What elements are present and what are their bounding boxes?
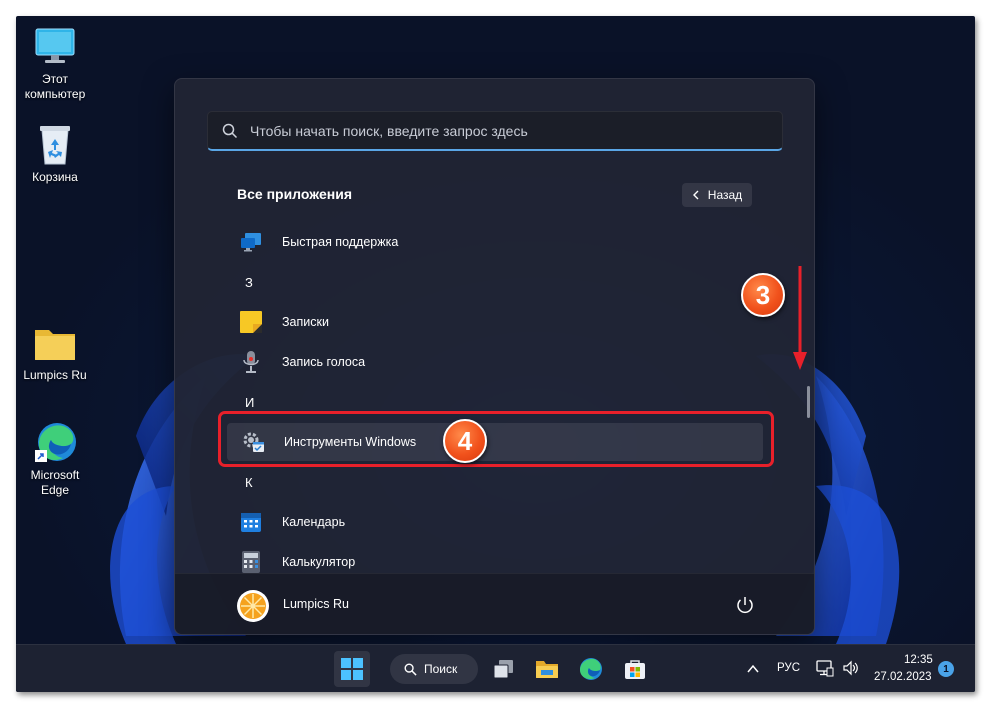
annotation-step-3-badge: 3	[741, 273, 785, 317]
app-item-sticky-notes[interactable]: Записки	[225, 303, 765, 341]
scroll-down-arrow-icon	[793, 266, 807, 370]
edge-icon	[580, 658, 602, 680]
desktop-icon-label: Lumpics Ru	[23, 368, 87, 382]
back-button[interactable]: Назад	[682, 183, 752, 207]
desktop-icon-label: Корзина	[32, 170, 78, 184]
calendar-icon	[239, 510, 263, 534]
app-item-label: Быстрая поддержка	[282, 235, 399, 249]
notification-badge[interactable]: 1	[938, 661, 954, 677]
monitor-icon	[35, 28, 75, 63]
chevron-up-icon[interactable]	[747, 664, 759, 674]
app-item-quick-assist[interactable]: Быстрая поддержка	[225, 223, 765, 261]
annotation-step-4-badge: 4	[443, 419, 487, 463]
edge-taskbar-button[interactable]	[573, 651, 609, 687]
letter-header[interactable]: И	[245, 395, 254, 410]
store-icon	[625, 660, 645, 679]
avatar[interactable]	[237, 590, 269, 622]
taskbar-search-label: Поиск	[424, 662, 458, 676]
power-icon[interactable]	[733, 593, 757, 617]
start-menu-footer: Lumpics Ru	[175, 573, 814, 634]
start-button[interactable]	[334, 651, 370, 687]
task-view-button[interactable]	[486, 651, 522, 687]
sticky-notes-icon	[239, 310, 263, 334]
network-icon[interactable]	[816, 659, 834, 677]
letter-header[interactable]: К	[245, 475, 253, 490]
desktop-screen: Этот компьютер Корзина Lumpics Ru Micros…	[16, 16, 975, 692]
chevron-left-icon	[692, 190, 699, 200]
recycle-bin-icon	[40, 126, 70, 165]
app-item-label: Записки	[282, 315, 329, 329]
file-explorer-icon	[536, 661, 558, 678]
app-item-label: Календарь	[282, 515, 346, 529]
language-indicator[interactable]: РУС	[777, 662, 800, 674]
edge-icon	[35, 423, 76, 462]
app-item-calendar[interactable]: Календарь	[225, 503, 765, 541]
annotation-highlight-frame	[218, 411, 774, 467]
folder-icon	[35, 330, 75, 360]
desktop-icon-recycle-bin[interactable]: Корзина	[16, 122, 94, 185]
voice-recorder-icon	[239, 350, 263, 374]
desktop-icon-lumpics-folder[interactable]: Lumpics Ru	[16, 324, 94, 383]
desktop-icon-label: Этот компьютер	[24, 72, 86, 101]
clock-time[interactable]: 12:35	[904, 654, 933, 666]
task-view-icon	[493, 660, 513, 679]
start-search-box[interactable]	[207, 111, 783, 151]
search-icon	[222, 123, 238, 139]
volume-icon[interactable]	[842, 659, 860, 677]
calculator-icon	[239, 550, 263, 574]
taskbar-search-button[interactable]: Поиск	[390, 654, 478, 684]
desktop-icon-this-pc[interactable]: Этот компьютер	[16, 24, 94, 102]
store-button[interactable]	[617, 651, 653, 687]
app-item-label: Калькулятор	[282, 555, 356, 569]
scrollbar-thumb[interactable]	[807, 386, 810, 418]
clock-date[interactable]: 27.02.2023	[874, 671, 932, 683]
desktop-icon-edge[interactable]: Microsoft Edge	[16, 420, 94, 498]
search-icon	[404, 663, 417, 676]
search-input[interactable]	[250, 112, 770, 150]
user-name[interactable]: Lumpics Ru	[283, 597, 349, 611]
quick-assist-icon	[239, 230, 263, 254]
app-item-label: Запись голоса	[282, 355, 366, 369]
windows-logo-icon	[341, 658, 363, 680]
all-apps-title: Все приложения	[237, 186, 353, 202]
desktop-icon-label: Microsoft Edge	[30, 468, 80, 497]
app-item-voice-recorder[interactable]: Запись голоса	[225, 343, 765, 381]
file-explorer-button[interactable]	[529, 651, 565, 687]
letter-header[interactable]: З	[245, 275, 253, 290]
back-label: Назад	[707, 188, 743, 202]
taskbar: Поиск РУС 12:35 27.02.2023 1	[16, 644, 975, 692]
start-menu: Все приложения Назад Быстрая поддержка З	[174, 78, 815, 635]
